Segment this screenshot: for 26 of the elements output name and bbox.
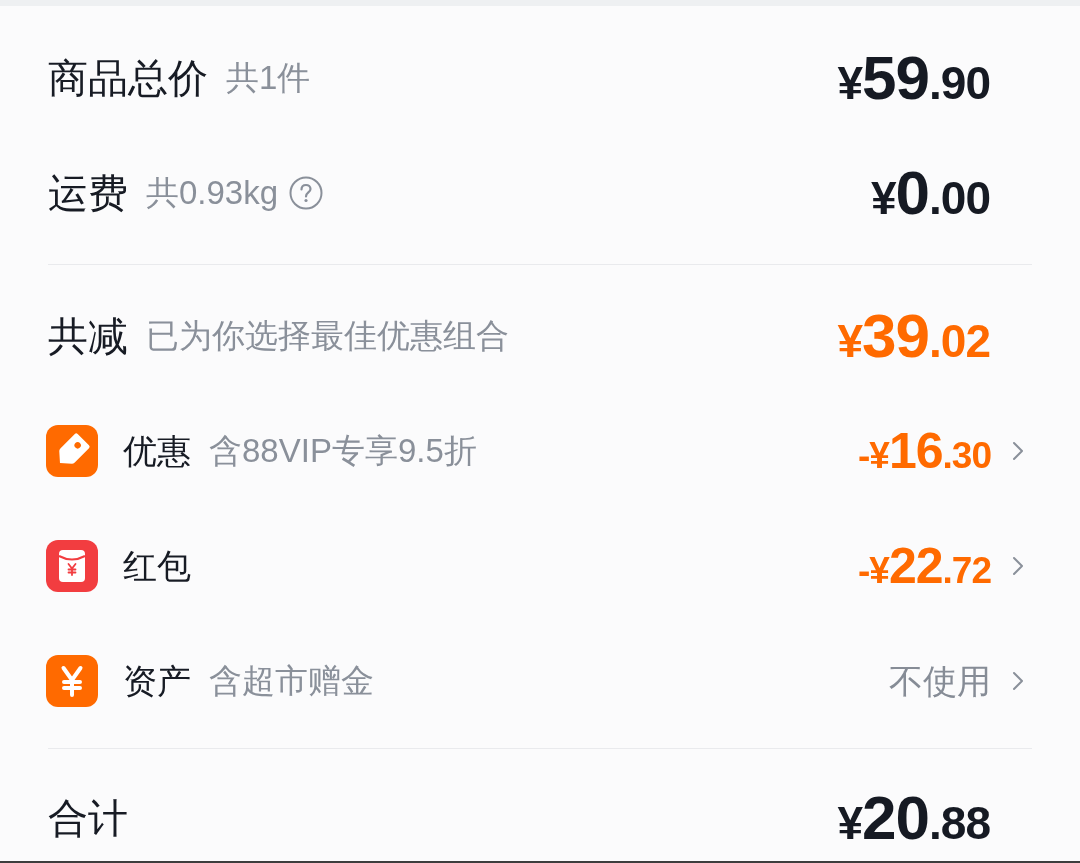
summary-label: 商品总价 [48, 57, 208, 98]
item-label: 红包 [123, 548, 191, 583]
price-text: -¥16.30 [858, 425, 991, 476]
chevron-right-icon[interactable] [1012, 670, 1024, 691]
price-text: ¥0.00 [870, 161, 990, 224]
summary-note: 共1件 [226, 61, 311, 94]
chevron-right-icon[interactable] [1012, 440, 1024, 461]
item-label: 资产 [123, 663, 191, 698]
yen-icon [46, 654, 98, 707]
total-label: 合计 [48, 798, 128, 838]
item-label: 优惠 [123, 433, 191, 468]
discount-label: 共减 [48, 315, 128, 356]
discount-note: 已为你选择最佳优惠组合 [146, 319, 509, 352]
envelope-icon [46, 539, 98, 592]
help-icon[interactable] [289, 175, 324, 210]
summary-note: 共0.93kg [146, 176, 279, 209]
chevron-right-icon[interactable] [1012, 555, 1024, 576]
summary-label: 运费 [48, 172, 128, 213]
tag-icon [46, 424, 98, 477]
item-note: 含88VIP专享9.5折 [209, 434, 477, 467]
price-text: ¥20.88 [837, 787, 990, 849]
item-note: 含超市赠金 [209, 664, 374, 697]
price-text: ¥39.02 [837, 304, 990, 367]
price-text: ¥59.90 [837, 46, 990, 109]
price-text: -¥22.72 [858, 540, 991, 591]
item-value: 不使用 [889, 663, 991, 698]
